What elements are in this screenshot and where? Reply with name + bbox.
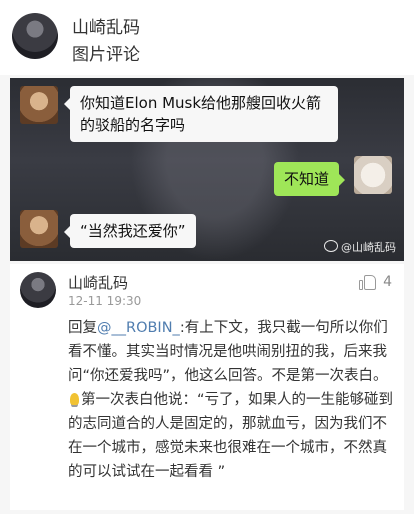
- chat-image[interactable]: 你知道Elon Musk给他那艘回收火箭的驳船的名字吗 不知道 “当然我还爱你”…: [10, 78, 404, 261]
- watermark-text: @山崎乱码: [341, 241, 396, 254]
- user-name[interactable]: 山崎乱码: [72, 13, 140, 38]
- comment-avatar[interactable]: [20, 272, 56, 308]
- comment-text: 回复@__ROBIN_:有上下文，我只截一句所以你们看不懂。其实当时情况是他哄闹…: [68, 316, 396, 484]
- chat-bubble-answer: “当然我还爱你”: [64, 214, 196, 248]
- chat-avatar-left-2: [20, 210, 58, 248]
- thumbs-up-icon: [359, 274, 377, 290]
- header: 山崎乱码 图片评论: [0, 0, 414, 75]
- like-button[interactable]: 4: [359, 274, 392, 290]
- user-avatar[interactable]: [12, 13, 58, 59]
- chat-bubble-question: 你知道Elon Musk给他那艘回收火箭的驳船的名字吗: [64, 86, 338, 142]
- page-title: 图片评论: [72, 45, 140, 65]
- comment-time: 12-11 19:30: [68, 294, 142, 308]
- weibo-watermark: @山崎乱码: [324, 239, 396, 255]
- chat-avatar-left: [20, 86, 58, 124]
- reply-prefix: 回复: [68, 320, 97, 336]
- chat-avatar-cat: [354, 156, 392, 194]
- comment-author[interactable]: 山崎乱码: [68, 272, 128, 293]
- like-count: 4: [383, 274, 392, 290]
- mention-link[interactable]: @__ROBIN_: [97, 320, 180, 336]
- comment-card: 山崎乱码 12-11 19:30 4 回复@__ROBIN_:有上下文，我只截一…: [10, 264, 404, 510]
- lightbulb-icon: [70, 393, 79, 405]
- weibo-icon: [324, 240, 338, 252]
- chat-bubble-reply: 不知道: [274, 162, 346, 196]
- comment-text-part2: 第一次表白他说：“亏了，如果人的一生能够碰到的志同道合的人是固定的，那就血亏，因…: [68, 392, 394, 480]
